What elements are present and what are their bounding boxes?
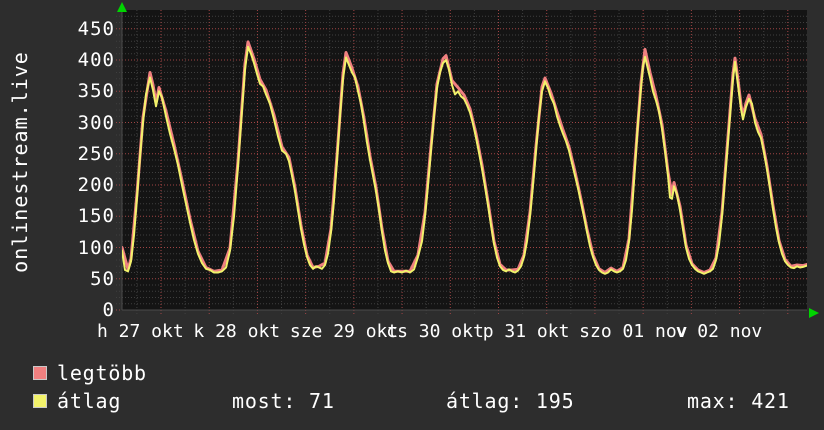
- stat-max: max: 421: [687, 389, 790, 413]
- x-tick-label: cs 30 okt: [386, 321, 484, 342]
- legend-label-legtobb: legtöbb: [57, 361, 147, 385]
- legend-swatch-legtobb: [33, 366, 47, 380]
- x-tick-label: v 02 nov: [675, 321, 763, 342]
- x-tick-label: sze 29 okt: [289, 321, 399, 342]
- stat-atlag: átlag: 195: [446, 389, 575, 413]
- x-tick-label: szo 01 nov: [579, 321, 688, 342]
- stat-most: most: 71: [232, 389, 335, 413]
- plot-area: [116, 2, 819, 318]
- x-tick-label: p 31 okt: [482, 321, 570, 342]
- legend-swatch-atlag: [33, 394, 47, 408]
- x-axis-right-arrow-icon: [809, 308, 819, 318]
- legend-label-atlag: átlag: [57, 389, 122, 413]
- rrd-graph: onlinestream.live 0 50 100 150 200 250 300 350 4…: [0, 0, 824, 430]
- x-tick-label: k 28 okt: [193, 321, 281, 342]
- y-axis-up-arrow-icon: [117, 2, 127, 12]
- x-tick-label: h 27 okt: [97, 321, 184, 342]
